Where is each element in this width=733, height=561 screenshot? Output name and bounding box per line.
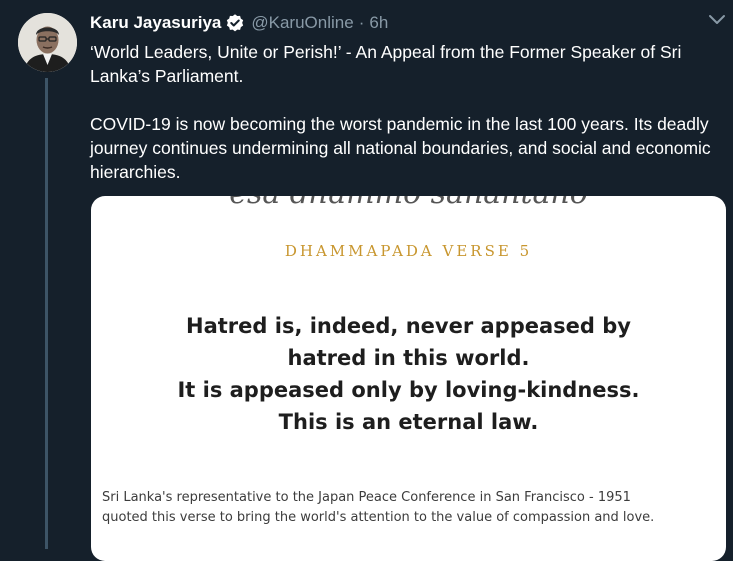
- avatar[interactable]: [18, 13, 77, 72]
- quote-line: hatred in this world.: [287, 346, 530, 370]
- verified-badge-icon: [227, 14, 244, 32]
- pali-verse-fragment: esa dhammo sanantano: [91, 196, 726, 211]
- quote-line: This is an eternal law.: [278, 410, 539, 434]
- quote-line: It is appeased only by loving-kindness.: [177, 378, 640, 402]
- separator-dot: ·: [358, 13, 365, 32]
- chevron-down-icon[interactable]: [708, 14, 726, 26]
- caption-line: Sri Lanka's representative to the Japan …: [102, 490, 631, 505]
- tweet-timestamp[interactable]: 6h: [369, 13, 388, 33]
- thread-line: [45, 78, 48, 549]
- avatar-image: [18, 13, 77, 72]
- tweet-text: ‘World Leaders, Unite or Perish!’ - An A…: [90, 40, 720, 184]
- tweet-paragraph: COVID-19 is now becoming the worst pande…: [90, 114, 711, 182]
- author-handle[interactable]: @KaruOnline: [251, 13, 353, 33]
- tweet-header: Karu Jayasuriya @KaruOnline · 6h: [90, 10, 388, 36]
- verse-title: DHAMMAPADA VERSE 5: [284, 242, 533, 260]
- media-image-card[interactable]: esa dhammo sanantano DHAMMAPADA VERSE 5 …: [91, 196, 726, 561]
- author-name[interactable]: Karu Jayasuriya: [90, 13, 221, 33]
- card-caption: Sri Lanka's representative to the Japan …: [102, 488, 722, 528]
- tweet-paragraph: ‘World Leaders, Unite or Perish!’ - An A…: [90, 42, 682, 86]
- caption-line: quoted this verse to bring the world's a…: [102, 510, 655, 525]
- verse-quote: Hatred is, indeed, never appeased by hat…: [91, 310, 726, 438]
- quote-line: Hatred is, indeed, never appeased by: [186, 314, 631, 338]
